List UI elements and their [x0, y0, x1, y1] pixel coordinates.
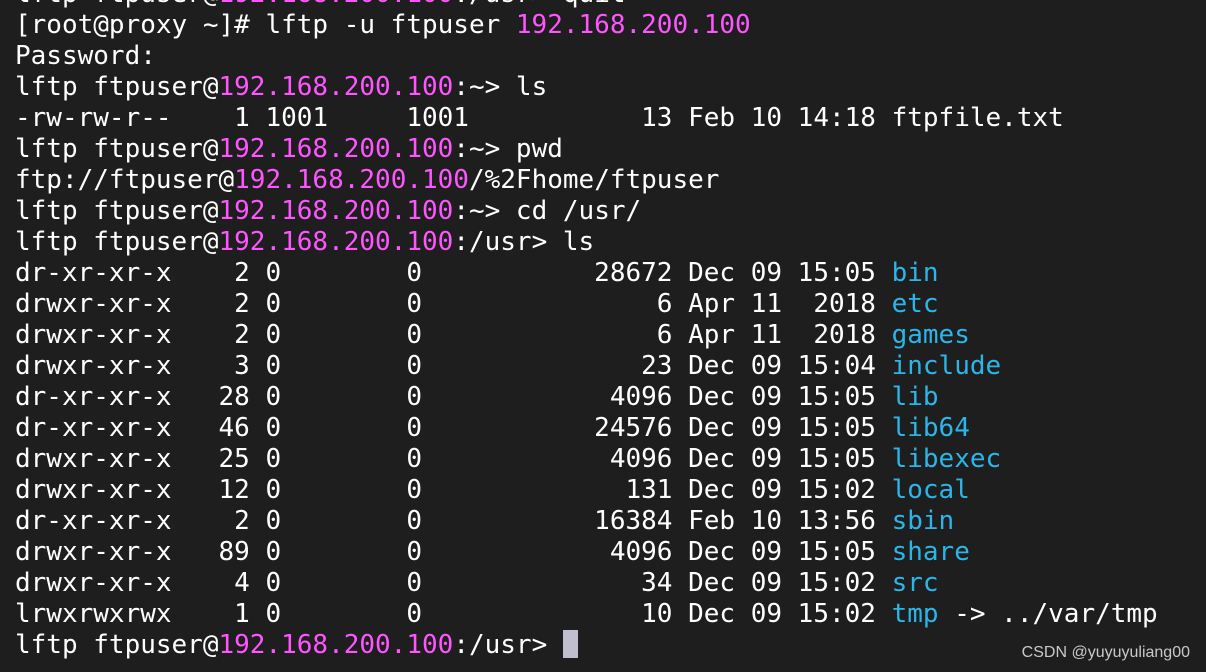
terminal-text: drwxr-xr-x 4 0 0 34 Dec 09 15:02	[15, 568, 892, 598]
terminal-output: lftp ftpuser@192.168.200.100:/usr> quit[…	[15, 0, 1158, 661]
terminal-line: dr-xr-xr-x 46 0 0 24576 Dec 09 15:05 lib…	[15, 413, 1158, 444]
terminal-text: lftp ftpuser@	[15, 134, 219, 164]
terminal-line: drwxr-xr-x 2 0 0 6 Apr 11 2018 etc	[15, 289, 1158, 320]
directory-name: games	[891, 320, 970, 350]
ip-address-text: 192.168.200.100	[234, 165, 469, 195]
ip-address-text: 192.168.200.100	[218, 134, 454, 164]
terminal-line: -rw-rw-r-- 1 1001 1001 13 Feb 10 14:18 f…	[15, 103, 1158, 134]
terminal-text: drwxr-xr-x 3 0 0 23 Dec 09 15:04	[15, 351, 892, 381]
terminal-line: drwxr-xr-x 25 0 0 4096 Dec 09 15:05 libe…	[15, 444, 1158, 475]
terminal-text: :~> ls	[453, 72, 548, 102]
terminal-line: Password:	[15, 41, 1158, 72]
terminal-text: ftp://ftpuser@	[15, 165, 235, 195]
terminal-line: [root@proxy ~]# lftp -u ftpuser 192.168.…	[15, 10, 1158, 41]
terminal-line: dr-xr-xr-x 2 0 0 16384 Feb 10 13:56 sbin	[15, 506, 1158, 537]
terminal-text: drwxr-xr-x 2 0 0 6 Apr 11 2018	[15, 289, 892, 319]
csdn-watermark: CSDN @yuyuyuliang00	[1021, 644, 1190, 661]
terminal-line: lftp ftpuser@192.168.200.100:/usr> ls	[15, 227, 1158, 258]
ip-address-text: 192.168.200.100	[515, 10, 751, 40]
directory-name: lib64	[891, 413, 970, 443]
directory-name: local	[891, 475, 970, 505]
ip-address-text: 192.168.200.100	[218, 72, 454, 102]
terminal-text: lftp ftpuser@	[15, 227, 219, 257]
terminal-text: drwxr-xr-x 25 0 0 4096 Dec 09 15:05	[15, 444, 892, 474]
terminal-text: -rw-rw-r-- 1 1001 1001 13 Feb 10 14:18 f…	[15, 103, 1064, 133]
terminal-window[interactable]: lftp ftpuser@192.168.200.100:/usr> quit[…	[0, 0, 1206, 672]
terminal-text: Password:	[15, 41, 156, 71]
terminal-text: dr-xr-xr-x 46 0 0 24576 Dec 09 15:05	[15, 413, 892, 443]
terminal-text: lftp ftpuser@	[15, 0, 219, 9]
terminal-text: -> ../var/tmp	[938, 599, 1158, 629]
ip-address-text: 192.168.200.100	[218, 630, 454, 660]
terminal-line: ftp://ftpuser@192.168.200.100/%2Fhome/ft…	[15, 165, 1158, 196]
terminal-text: :/usr> ls	[453, 227, 595, 257]
terminal-text: /%2Fhome/ftpuser	[468, 165, 720, 195]
terminal-text: drwxr-xr-x 89 0 0 4096 Dec 09 15:05	[15, 537, 892, 567]
directory-name: src	[891, 568, 939, 598]
directory-name: include	[891, 351, 1002, 381]
terminal-line: lftp ftpuser@192.168.200.100:~> cd /usr/	[15, 196, 1158, 227]
terminal-text: :/usr>	[453, 630, 563, 660]
terminal-line: drwxr-xr-x 4 0 0 34 Dec 09 15:02 src	[15, 568, 1158, 599]
directory-name: share	[891, 537, 970, 567]
directory-name: libexec	[891, 444, 1002, 474]
directory-name: bin	[891, 258, 939, 288]
terminal-line: lftp ftpuser@192.168.200.100:/usr> quit	[15, 0, 1158, 10]
directory-name: tmp	[891, 599, 939, 629]
terminal-text: lftp ftpuser@	[15, 630, 219, 660]
terminal-text: dr-xr-xr-x 2 0 0 16384 Feb 10 13:56	[15, 506, 892, 536]
directory-name: etc	[891, 289, 939, 319]
terminal-text: :/usr> quit	[453, 0, 625, 9]
terminal-text: [root@proxy ~]# lftp -u ftpuser	[15, 10, 516, 40]
text-cursor	[562, 630, 578, 658]
terminal-text: :~> pwd	[453, 134, 563, 164]
terminal-line: lftp ftpuser@192.168.200.100:/usr>	[15, 630, 1158, 661]
directory-name: sbin	[891, 506, 955, 536]
terminal-text: dr-xr-xr-x 28 0 0 4096 Dec 09 15:05	[15, 382, 892, 412]
terminal-text: lftp ftpuser@	[15, 196, 219, 226]
terminal-text: lrwxrwxrwx 1 0 0 10 Dec 09 15:02	[15, 599, 892, 629]
terminal-line: lftp ftpuser@192.168.200.100:~> pwd	[15, 134, 1158, 165]
ip-address-text: 192.168.200.100	[218, 196, 454, 226]
terminal-line: dr-xr-xr-x 28 0 0 4096 Dec 09 15:05 lib	[15, 382, 1158, 413]
terminal-line: lftp ftpuser@192.168.200.100:~> ls	[15, 72, 1158, 103]
ip-address-text: 192.168.200.100	[218, 227, 454, 257]
terminal-line: lrwxrwxrwx 1 0 0 10 Dec 09 15:02 tmp -> …	[15, 599, 1158, 630]
terminal-line: dr-xr-xr-x 2 0 0 28672 Dec 09 15:05 bin	[15, 258, 1158, 289]
terminal-line: drwxr-xr-x 89 0 0 4096 Dec 09 15:05 shar…	[15, 537, 1158, 568]
terminal-text: dr-xr-xr-x 2 0 0 28672 Dec 09 15:05	[15, 258, 892, 288]
terminal-line: drwxr-xr-x 2 0 0 6 Apr 11 2018 games	[15, 320, 1158, 351]
terminal-text: drwxr-xr-x 2 0 0 6 Apr 11 2018	[15, 320, 892, 350]
directory-name: lib	[891, 382, 939, 412]
terminal-text: lftp ftpuser@	[15, 72, 219, 102]
terminal-line: drwxr-xr-x 12 0 0 131 Dec 09 15:02 local	[15, 475, 1158, 506]
ip-address-text: 192.168.200.100	[219, 0, 454, 9]
terminal-text: drwxr-xr-x 12 0 0 131 Dec 09 15:02	[15, 475, 892, 505]
terminal-line: drwxr-xr-x 3 0 0 23 Dec 09 15:04 include	[15, 351, 1158, 382]
terminal-text: :~> cd /usr/	[453, 196, 642, 226]
